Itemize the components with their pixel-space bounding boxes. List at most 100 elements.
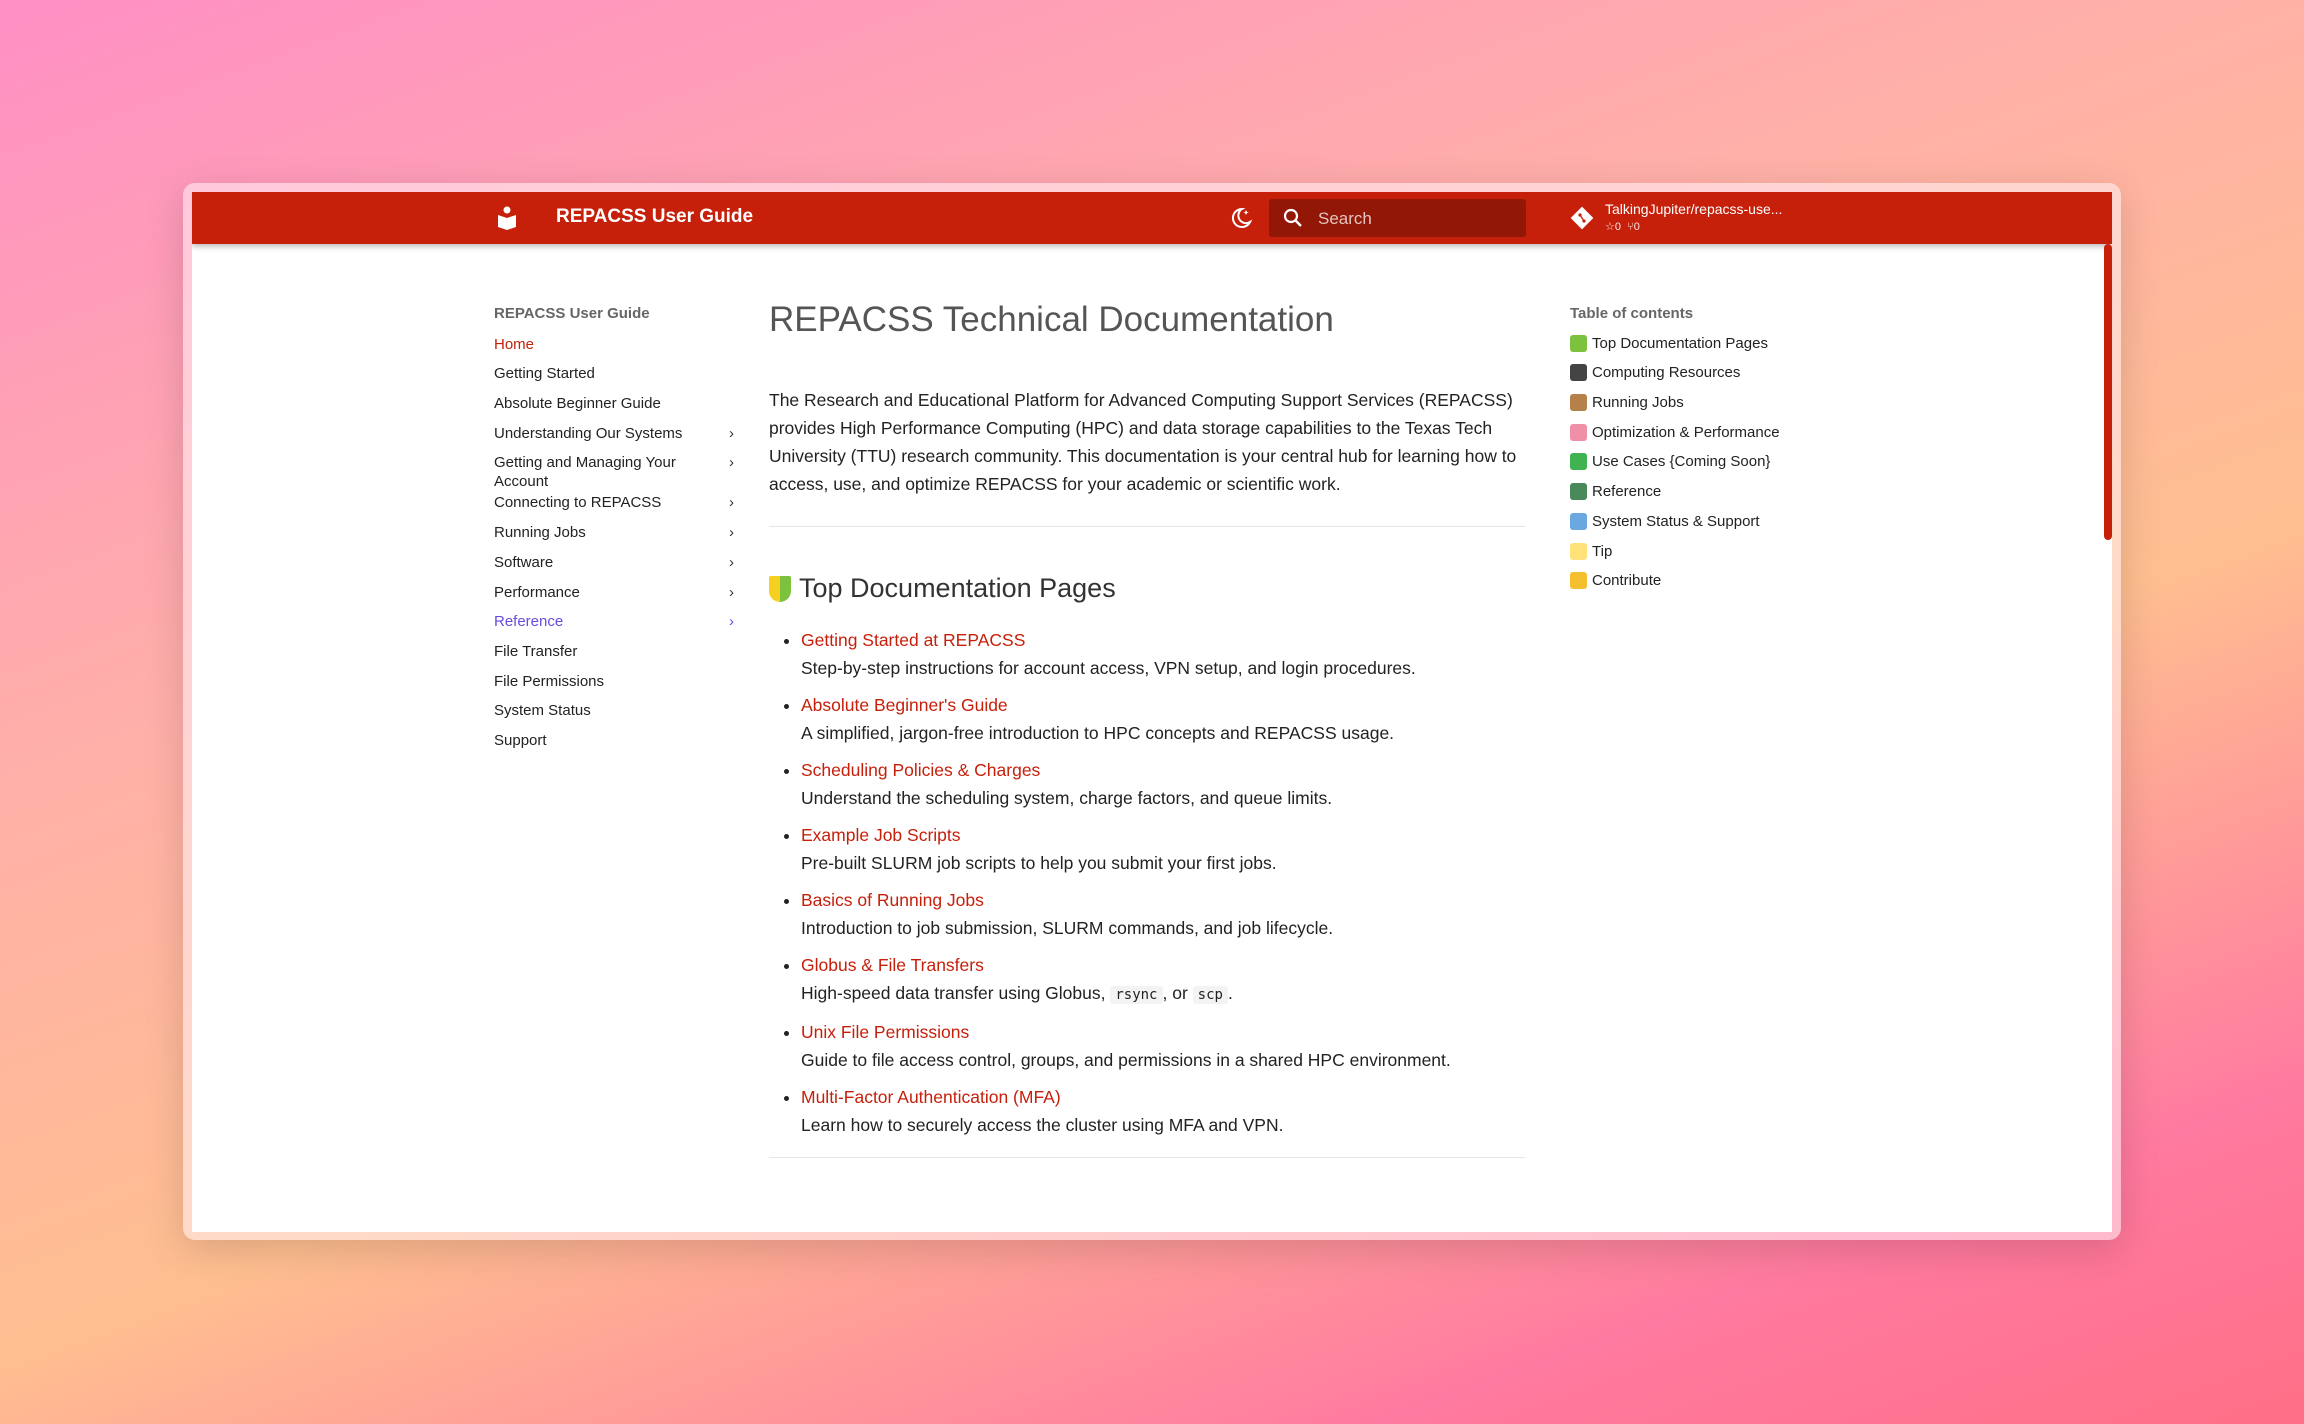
doc-link[interactable]: Globus & File Transfers xyxy=(801,951,1525,979)
link-description: Learn how to securely access the cluster… xyxy=(801,1115,1284,1135)
beginner-icon xyxy=(769,575,791,602)
main-content: REPACSS Technical Documentation The Rese… xyxy=(769,300,1525,1158)
sidebar-item-file-permissions[interactable]: File Permissions xyxy=(494,672,734,702)
sidebar-item-performance[interactable]: Performance › xyxy=(494,583,734,613)
nav-heading: REPACSS User Guide xyxy=(494,305,650,322)
toc-item[interactable]: Contribute xyxy=(1570,572,1870,602)
doc-link[interactable]: Basics of Running Jobs xyxy=(801,886,1525,914)
toc-label: Optimization & Performance xyxy=(1592,423,1780,441)
fork-count: 0 xyxy=(1633,221,1640,233)
site-title[interactable]: REPACSS User Guide xyxy=(556,206,753,228)
handshake-icon xyxy=(1570,572,1587,590)
toc-item[interactable]: Reference xyxy=(1570,483,1870,513)
sidebar-item-file-transfer[interactable]: File Transfer xyxy=(494,642,734,672)
list-item: Unix File Permissions Guide to file acces… xyxy=(801,1018,1525,1074)
sidebar-item-label: Support xyxy=(494,731,547,749)
code-rsync: rsync xyxy=(1110,986,1163,1004)
toc-label: System Status & Support xyxy=(1592,512,1760,530)
search-placeholder: Search xyxy=(1318,209,1372,228)
sidebar-item-label: Connecting to REPACSS xyxy=(494,494,662,512)
toc-item[interactable]: Computing Resources xyxy=(1570,364,1870,394)
doc-link[interactable]: Scheduling Policies & Charges xyxy=(801,756,1525,784)
sidebar-item-getting-and-managing-your-account[interactable]: Getting and Managing Your Account › xyxy=(494,453,734,493)
link-description: Introduction to job submission, SLURM co… xyxy=(801,918,1334,938)
sidebar-nav: REPACSS User Guide Home Getting Started Ab… xyxy=(494,305,734,761)
chevron-right-icon[interactable]: › xyxy=(729,453,734,472)
sidebar-item-home[interactable]: Home xyxy=(494,335,734,365)
search-input[interactable]: Search xyxy=(1269,199,1526,237)
sidebar-item-running-jobs[interactable]: Running Jobs › xyxy=(494,523,734,553)
chevron-right-icon[interactable]: › xyxy=(729,493,734,512)
sidebar-item-label: Running Jobs xyxy=(494,524,586,542)
chevron-right-icon[interactable]: › xyxy=(729,612,734,631)
doc-link[interactable]: Unix File Permissions xyxy=(801,1018,1525,1046)
doc-links-list: Getting Started at REPACSS Step-by-step i… xyxy=(769,626,1525,1139)
toc-label: Top Documentation Pages xyxy=(1592,334,1768,352)
fork-icon: ⑂ xyxy=(1627,221,1634,233)
link-description: Guide to file access control, groups, an… xyxy=(801,1050,1451,1070)
toc-label: Computing Resources xyxy=(1592,364,1741,382)
chevron-right-icon[interactable]: › xyxy=(729,553,734,572)
toc-item[interactable]: Optimization & Performance xyxy=(1570,423,1870,454)
toc-item[interactable]: Top Documentation Pages xyxy=(1570,334,1870,365)
divider xyxy=(769,1157,1525,1158)
sidebar-item-label: Getting Started xyxy=(494,365,595,383)
list-item: Getting Started at REPACSS Step-by-step i… xyxy=(801,626,1525,682)
sidebar-item-connecting-to-repacss[interactable]: Connecting to REPACSS › xyxy=(494,493,734,523)
list-item: Globus & File Transfers High-speed data t… xyxy=(801,951,1525,1009)
toc-item[interactable]: Running Jobs xyxy=(1570,394,1870,424)
book-reader-logo-icon[interactable] xyxy=(497,206,517,230)
sidebar-item-support[interactable]: Support xyxy=(494,731,734,761)
list-item: Absolute Beginner's Guide A simplified, j… xyxy=(801,691,1525,747)
doc-link[interactable]: Absolute Beginner's Guide xyxy=(801,691,1525,719)
sidebar-item-reference[interactable]: Reference › xyxy=(494,612,734,642)
toc-label: Reference xyxy=(1592,483,1662,501)
text: . xyxy=(1227,983,1233,1003)
toc-item[interactable]: System Status & Support xyxy=(1570,512,1870,543)
git-icon[interactable] xyxy=(1570,206,1594,230)
page-title: REPACSS Technical Documentation xyxy=(769,300,1334,339)
list-item: Scheduling Policies & Charges Understand … xyxy=(801,756,1525,812)
toc-item[interactable]: Use Cases {Coming Soon} xyxy=(1570,453,1870,483)
books-icon xyxy=(1570,483,1587,501)
sidebar-item-label: File Transfer xyxy=(494,642,578,660)
chevron-right-icon[interactable]: › xyxy=(729,424,734,443)
laptop-icon xyxy=(1570,364,1587,382)
dark-mode-toggle-icon[interactable] xyxy=(1228,205,1254,231)
sidebar-item-understanding-our-systems[interactable]: Understanding Our Systems › xyxy=(494,424,734,454)
repo-link[interactable]: TalkingJupiter/repacss-use... xyxy=(1605,201,1782,217)
toc-label: Tip xyxy=(1592,542,1613,560)
code-scp: scp xyxy=(1192,986,1228,1004)
intro-paragraph: The Research and Educational Platform fo… xyxy=(769,390,1517,494)
sidebar-item-label: File Permissions xyxy=(494,672,605,690)
repo-stats: ☆0 ⑂0 xyxy=(1605,220,1640,233)
star-icon: ☆ xyxy=(1605,221,1615,233)
divider xyxy=(769,526,1525,527)
search-icon xyxy=(1283,208,1302,227)
sidebar-item-label: Software xyxy=(494,553,554,571)
globe-icon xyxy=(1570,512,1587,530)
link-description: High-speed data transfer using Globus, xyxy=(801,983,1111,1003)
list-item: Basics of Running Jobs Introduction to jo… xyxy=(801,886,1525,942)
toc-item[interactable]: Tip xyxy=(1570,542,1870,573)
sidebar-item-system-status[interactable]: System Status xyxy=(494,701,734,731)
toc-label: Use Cases {Coming Soon} xyxy=(1592,453,1771,471)
chevron-right-icon[interactable]: › xyxy=(729,583,734,602)
brain-icon xyxy=(1570,423,1587,441)
toc-heading: Table of contents xyxy=(1570,305,1694,322)
scrollbar[interactable] xyxy=(2104,244,2112,540)
sidebar-item-software[interactable]: Software › xyxy=(494,553,734,583)
star-count: 0 xyxy=(1614,221,1621,233)
doc-link[interactable]: Example Job Scripts xyxy=(801,821,1525,849)
doc-link[interactable]: Getting Started at REPACSS xyxy=(801,626,1525,654)
sidebar-item-absolute-beginner-guide[interactable]: Absolute Beginner Guide xyxy=(494,394,734,424)
table-of-contents: Table of contents Top Documentation Page… xyxy=(1570,305,1870,602)
sidebar-item-label: Performance xyxy=(494,583,580,601)
doc-link[interactable]: Multi-Factor Authentication (MFA) xyxy=(801,1083,1525,1111)
sidebar-item-getting-started[interactable]: Getting Started xyxy=(494,364,734,394)
section-heading: Top Documentation Pages xyxy=(769,573,1525,604)
chevron-right-icon[interactable]: › xyxy=(729,523,734,542)
browser-window: REPACSS User Guide Search TalkingJupiter… xyxy=(192,192,2112,1232)
sidebar-item-label: Reference xyxy=(494,613,564,631)
link-description: Step-by-step instructions for account ac… xyxy=(801,658,1416,678)
